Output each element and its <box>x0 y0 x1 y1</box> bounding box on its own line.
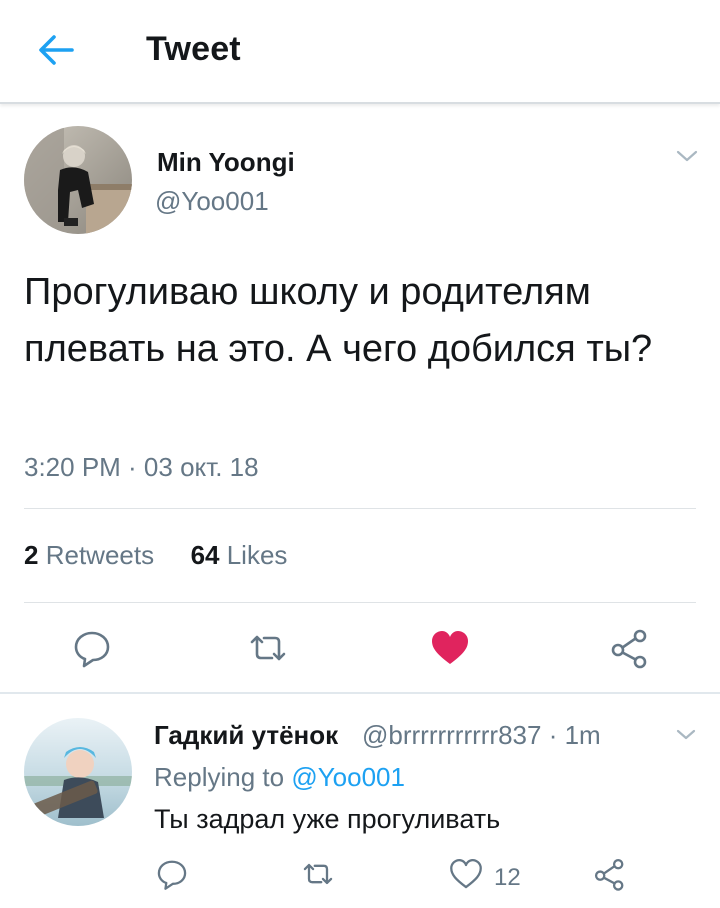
avatar-photo <box>24 718 132 826</box>
retweets-count: 2 <box>24 540 39 570</box>
heart-filled-icon <box>432 631 468 664</box>
chevron-down-icon <box>676 150 698 162</box>
share-icon <box>611 629 647 669</box>
reply-button[interactable] <box>70 626 114 670</box>
retweet-icon <box>250 635 286 661</box>
reply-icon <box>157 860 187 890</box>
heart-outline-icon <box>450 858 482 889</box>
replying-to: Replying to @Yoo001 <box>154 762 405 793</box>
tweet-menu-button[interactable] <box>674 146 700 166</box>
likes-label: Likes <box>226 540 288 570</box>
tweet-text: Прогуливаю школу и родителям плевать на … <box>24 271 653 370</box>
divider <box>24 508 696 509</box>
page-title: Tweet <box>146 30 241 68</box>
avatar-photo <box>24 126 132 234</box>
retweets-stat[interactable]: 2 Retweets <box>24 540 154 570</box>
arrow-left-icon <box>39 35 74 65</box>
author-name[interactable]: Min Yoongi <box>157 147 295 178</box>
reply-author-name[interactable]: Гадкий утёнок <box>154 720 338 751</box>
share-button[interactable] <box>608 626 652 670</box>
likes-stat[interactable]: 64 Likes <box>191 540 288 570</box>
reply-like-count: 12 <box>494 864 521 891</box>
reply-handle-time[interactable]: @brrrrrrrrrrr837 · 1m <box>362 720 601 751</box>
retweet-button[interactable] <box>246 626 290 670</box>
retweet-icon <box>303 863 333 885</box>
author-handle[interactable]: @Yoo001 <box>155 186 269 217</box>
reply-retweet-button[interactable] <box>300 854 336 894</box>
likes-count: 64 <box>190 540 220 570</box>
reply-icon <box>74 631 110 668</box>
reply-reply-button[interactable] <box>154 854 190 894</box>
reply-tweet[interactable]: Гадкий утёнок @brrrrrrrrrrr837 · 1m Repl… <box>0 694 720 908</box>
tweet-timestamp: 3:20 PM · 03 окт. 18 <box>24 452 259 482</box>
back-button[interactable] <box>34 30 78 70</box>
replying-mention-link[interactable]: @Yoo001 <box>291 762 405 792</box>
reply-share-button[interactable] <box>592 854 628 894</box>
tweet-stats: 2 Retweets 64 Likes <box>24 540 287 571</box>
reply-menu-button[interactable] <box>674 726 698 744</box>
share-icon <box>594 858 624 891</box>
reply-avatar[interactable] <box>24 718 132 826</box>
retweets-label: Retweets <box>45 540 155 570</box>
divider <box>24 602 696 603</box>
replying-prefix: Replying to <box>154 762 285 792</box>
avatar[interactable] <box>24 126 132 234</box>
reply-text: Ты задрал уже прогуливать <box>154 804 501 834</box>
like-button[interactable] <box>428 626 472 670</box>
app-header: Tweet <box>0 0 720 104</box>
reply-like-button[interactable] <box>448 854 484 894</box>
chevron-down-icon <box>676 729 696 740</box>
